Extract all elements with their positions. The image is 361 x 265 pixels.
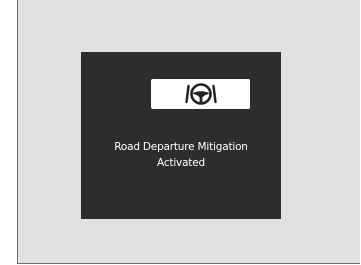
- instrument-display: Road Departure Mitigation Activated: [81, 52, 281, 219]
- notification-message: Road Departure Mitigation Activated: [81, 139, 281, 171]
- icon-panel: [151, 79, 250, 109]
- message-line-2: Activated: [157, 157, 205, 169]
- message-line-1: Road Departure Mitigation: [114, 141, 248, 153]
- road-departure-mitigation-icon: [184, 83, 217, 105]
